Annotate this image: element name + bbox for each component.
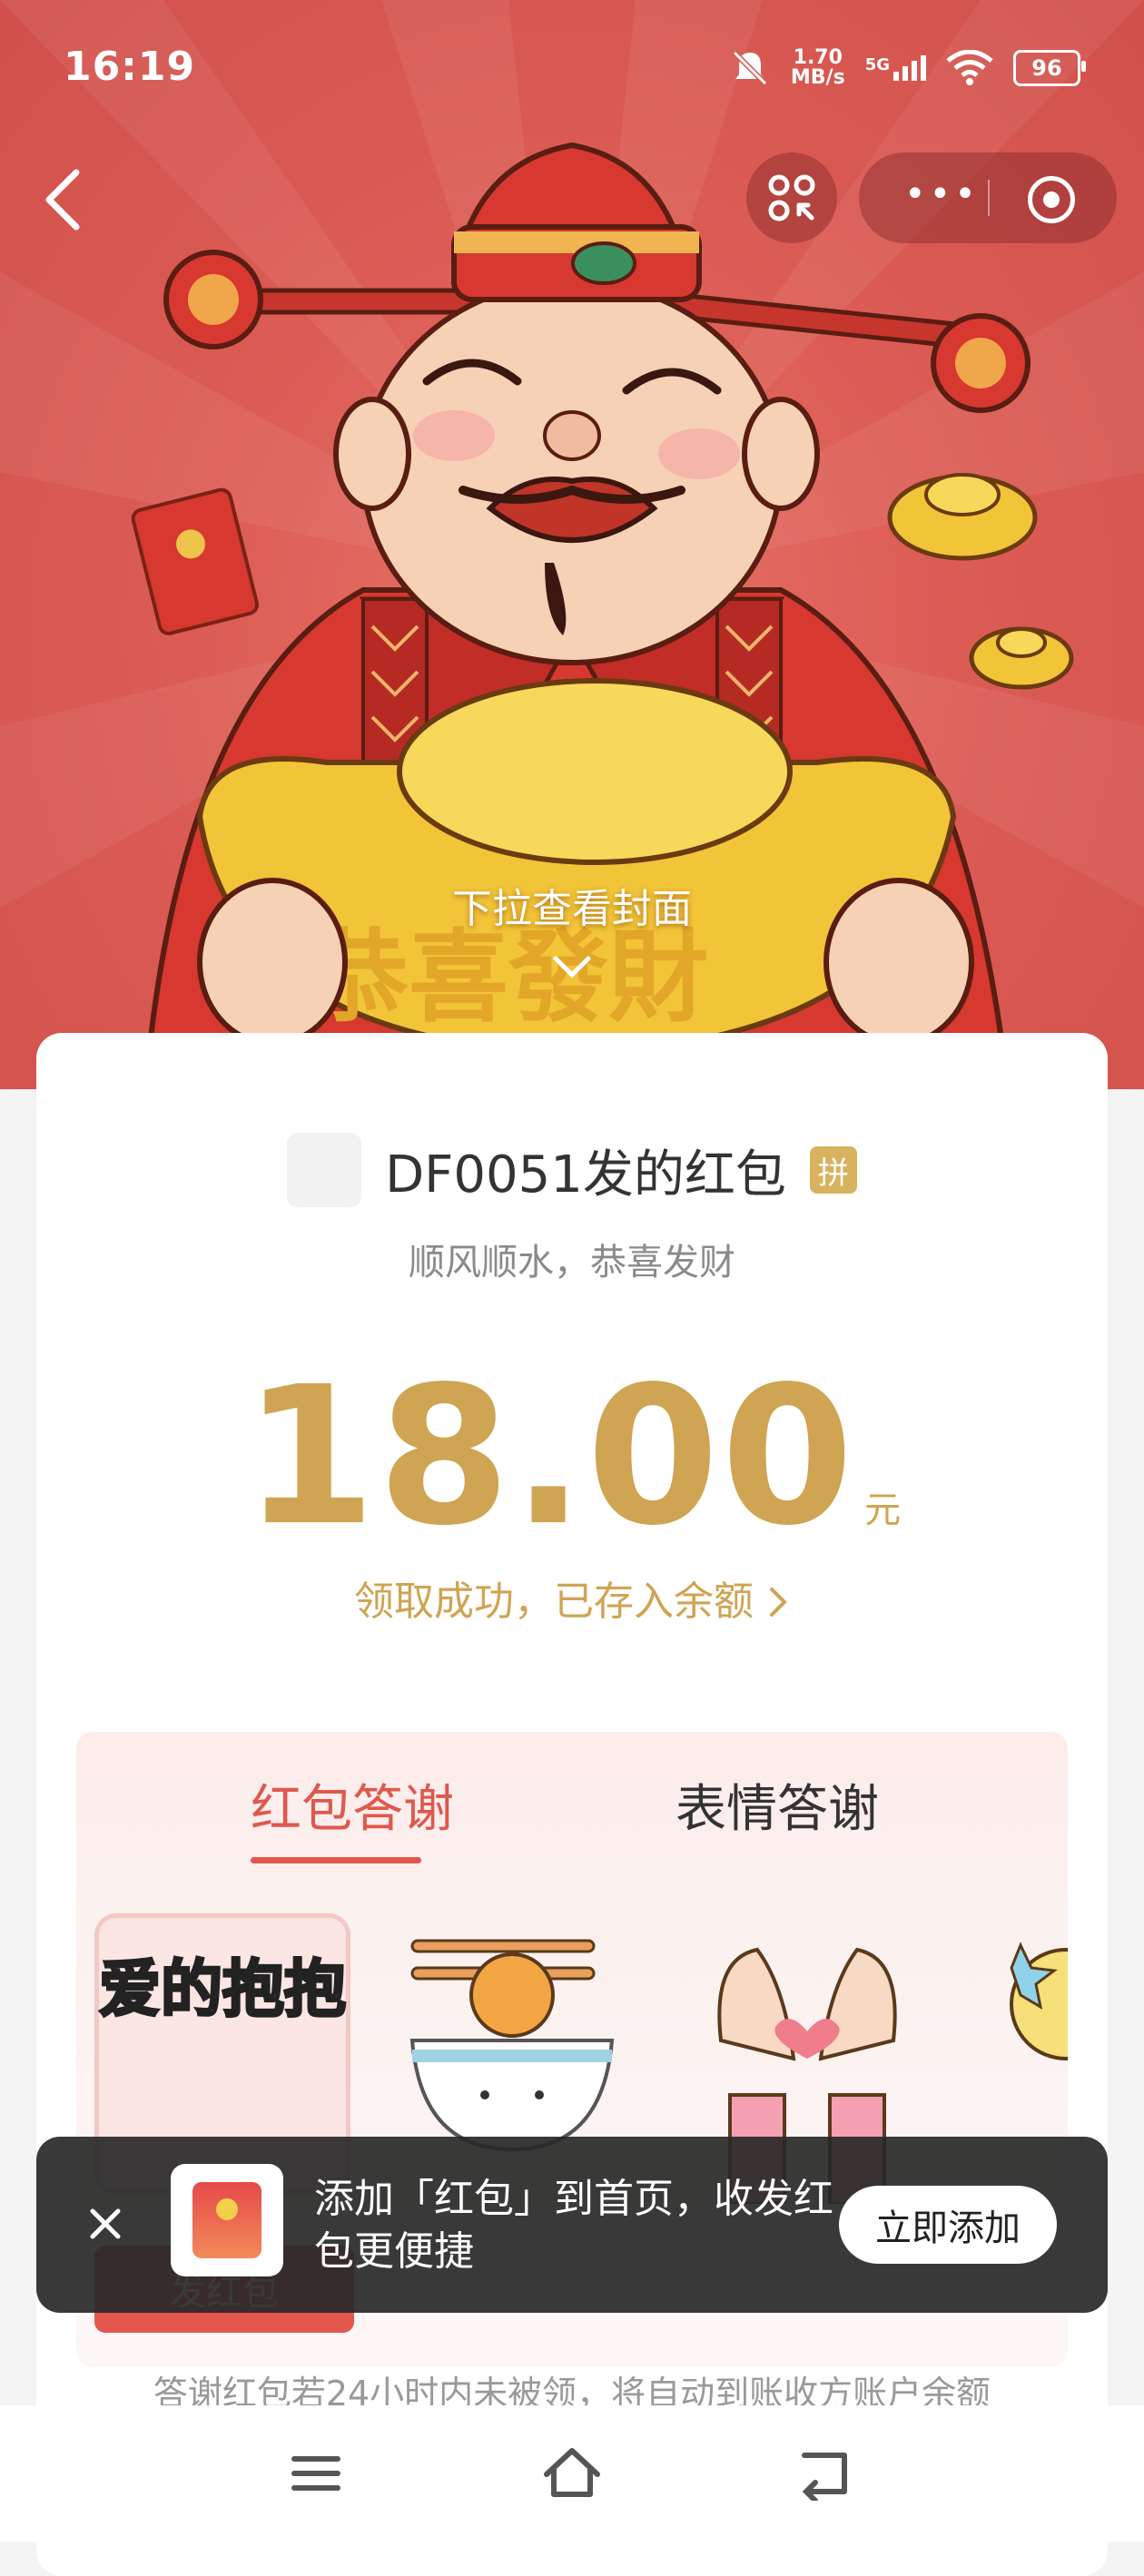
status-icons: 1.70 MB/s 5G 96	[729, 46, 1086, 89]
back-nav-icon[interactable]	[795, 2446, 853, 2501]
toast-message: 添加「红包」到首页，收发红包更便捷	[314, 2176, 833, 2275]
menu-icon[interactable]	[289, 2446, 343, 2501]
battery-indicator: 96	[1013, 50, 1086, 86]
scan-qr-button[interactable]	[746, 152, 837, 243]
close-miniapp-icon[interactable]	[1028, 176, 1075, 223]
amount-unit: 元	[864, 1490, 902, 1531]
sender-title: DF0051发的红包	[385, 1145, 786, 1204]
scan-icon	[768, 174, 815, 221]
sticker-hug-text: 爱的抱抱	[98, 1953, 348, 2028]
ingot-text: 恭喜發財	[308, 919, 708, 1036]
close-icon[interactable]	[82, 2200, 129, 2247]
system-navigation-bar	[0, 2405, 1144, 2542]
tab-sticker-thanks[interactable]: 表情答谢	[676, 1768, 879, 1842]
tab-red-packet-thanks[interactable]: 红包答谢	[251, 1768, 454, 1842]
active-tab-indicator	[251, 1857, 421, 1863]
home-icon[interactable]	[541, 2443, 603, 2502]
wifi-icon	[946, 50, 993, 85]
avatar[interactable]	[287, 1133, 362, 1207]
chevron-right-icon	[770, 1588, 787, 1617]
amount-row: 18.00 元	[36, 1362, 1108, 1552]
pull-down-hint: 下拉查看封面	[452, 886, 692, 932]
sender-row: DF0051发的红包 拼	[36, 1133, 1108, 1207]
network-speed: 1.70 MB/s	[790, 46, 845, 89]
status-time: 16:19	[64, 44, 196, 90]
status-bar: 16:19 1.70 MB/s 5G 96	[0, 0, 1144, 145]
received-balance-link[interactable]: 领取成功，已存入余额	[36, 1568, 1108, 1627]
mute-bell-icon	[732, 50, 768, 86]
back-arrow-icon[interactable]	[36, 163, 91, 236]
more-options-icon[interactable]: •••	[904, 176, 980, 212]
add-to-home-toast: 添加「红包」到首页，收发红包更便捷 立即添加	[36, 2137, 1108, 2313]
red-packet-detail-card: DF0051发的红包 拼 顺风顺水，恭喜发财 18.00 元 领取成功，已存入余额…	[36, 1033, 1108, 2576]
miniapp-capsule: •••	[859, 152, 1117, 243]
red-packet-app-icon	[171, 2164, 283, 2276]
signal-icon: 5G	[865, 55, 926, 81]
red-packet-cover[interactable]: 恭喜發財 16:19 1.70 MB/s 5G 96 ••• 下拉查看封面	[0, 0, 1144, 1089]
chevron-down-icon	[553, 956, 591, 978]
amount-value: 18.00	[242, 1345, 856, 1568]
wish-message: 顺风顺水，恭喜发财	[409, 1242, 735, 1283]
add-now-button[interactable]: 立即添加	[839, 2186, 1057, 2264]
group-packet-badge: 拼	[809, 1146, 857, 1194]
